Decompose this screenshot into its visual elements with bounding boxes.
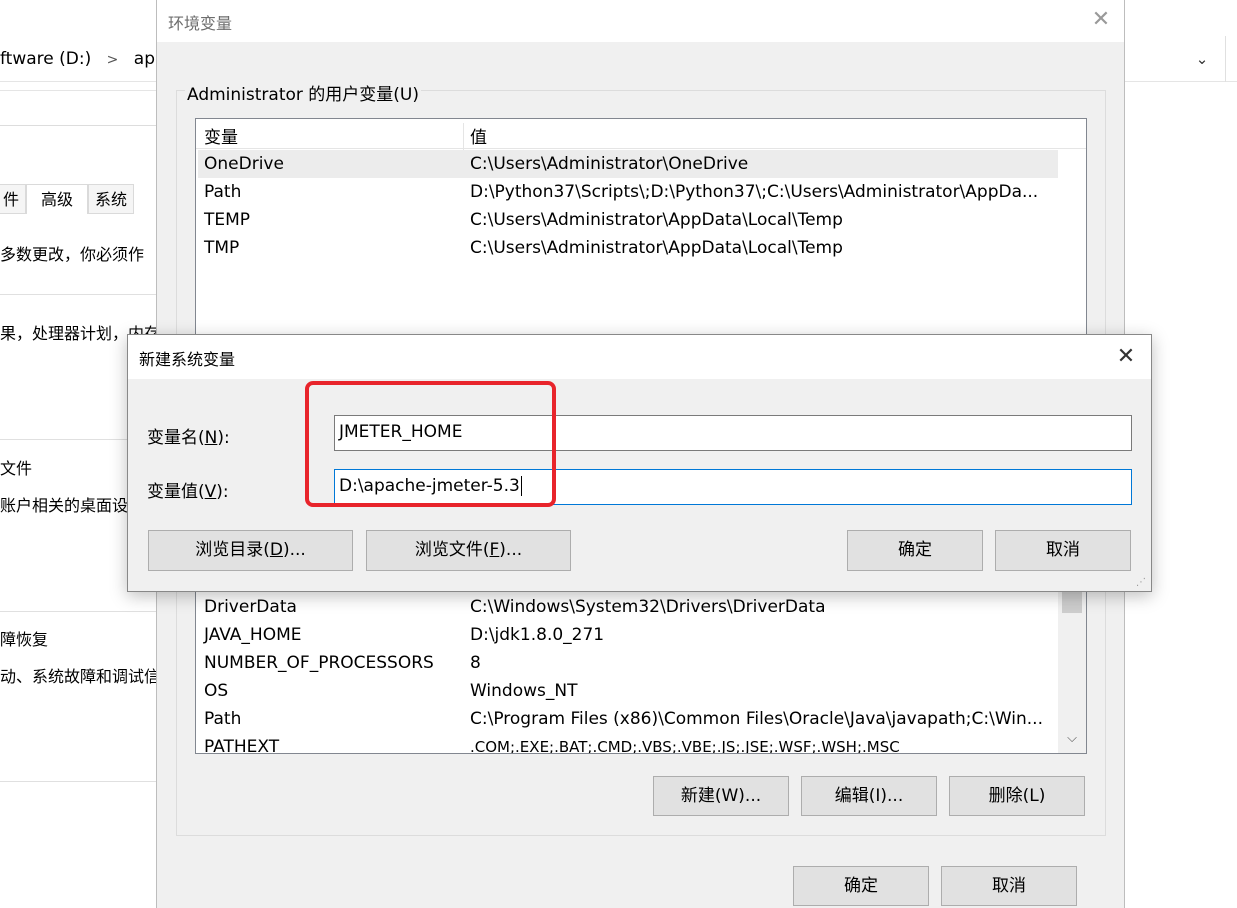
variable-value: Windows_NT [470, 681, 578, 701]
variable-name: Path [204, 709, 242, 729]
close-icon[interactable]: ✕ [1087, 6, 1115, 34]
annotation-highlight [305, 381, 556, 507]
browse-file-button[interactable]: 浏览文件(F)... [366, 530, 571, 571]
list-item[interactable]: Path C:\Program Files (x86)\Common Files… [198, 705, 1058, 733]
variable-value: C:\Windows\System32\Drivers\DriverData [470, 597, 826, 617]
variable-value: C:\Users\Administrator\AppData\Local\Tem… [470, 238, 843, 258]
column-header-value[interactable]: 值 [470, 123, 487, 148]
column-header-name[interactable]: 变量 [204, 123, 238, 148]
divider [0, 294, 160, 295]
list-item[interactable]: JAVA_HOME D:\jdk1.8.0_271 [198, 621, 1058, 649]
startup-recovery-heading: 障恢复 [0, 630, 49, 649]
variable-name: Path [204, 182, 242, 202]
variable-name: JAVA_HOME [204, 625, 302, 645]
scrollbar-thumb[interactable] [1062, 591, 1082, 613]
list-item[interactable]: PATHEXT .COM;.EXE;.BAT;.CMD;.VBS;.VBE;.J… [198, 733, 1058, 754]
breadcrumb-separator-icon: > [106, 52, 119, 68]
list-header: 变量 值 [196, 119, 1086, 153]
tab-advanced[interactable]: 高级 [26, 184, 89, 214]
scroll-down-icon[interactable]: ⌵ [1058, 727, 1086, 751]
variable-name: DriverData [204, 597, 297, 617]
title-bar: 环境变量 ✕ [157, 0, 1124, 42]
cancel-button[interactable]: 取消 [941, 866, 1077, 906]
dialog-title: 新建系统变量 [139, 350, 236, 369]
chevron-down-icon[interactable]: ⌄ [1188, 45, 1216, 73]
user-profiles-heading: 文件 [0, 459, 33, 478]
variable-name: OS [204, 681, 229, 701]
divider [0, 611, 160, 612]
list-item[interactable]: OneDrive C:\Users\Administrator\OneDrive [198, 150, 1058, 178]
notice-text: 多数更改，你必须作 [0, 245, 145, 264]
list-item[interactable]: OS Windows_NT [198, 677, 1058, 705]
user-profiles-text: 账户相关的桌面设 [0, 496, 129, 515]
cancel-button[interactable]: 取消 [995, 530, 1131, 571]
list-item[interactable]: TMP C:\Users\Administrator\AppData\Local… [198, 234, 1058, 262]
variable-name: OneDrive [204, 154, 284, 174]
delete-variable-button[interactable]: 删除(L) [949, 776, 1085, 816]
new-system-variable-dialog: 新建系统变量 ✕ 变量名(N): JMETER_HOME 变量值(V): D:\… [127, 334, 1152, 592]
variable-name: PATHEXT [204, 737, 280, 754]
user-variables-list[interactable]: 变量 值 OneDrive C:\Users\Administrator\One… [195, 118, 1087, 338]
tab-hardware[interactable]: 件 [0, 184, 27, 214]
variable-value-label: 变量值(V): [147, 482, 229, 502]
breadcrumb: ftware (D:) > apa [0, 45, 175, 73]
close-icon[interactable]: ✕ [1112, 343, 1140, 371]
divider [0, 781, 160, 782]
variable-name: NUMBER_OF_PROCESSORS [204, 653, 434, 673]
divider [1225, 36, 1226, 82]
resize-grip-icon[interactable]: ⋰ [1136, 577, 1148, 589]
variable-value: 8 [470, 653, 481, 673]
variable-value: C:\Program Files (x86)\Common Files\Orac… [470, 709, 1043, 729]
divider [0, 90, 160, 91]
startup-recovery-text: 动、系统故障和调试信 [0, 667, 161, 686]
user-variables-label: Administrator 的用户变量(U) [185, 80, 421, 105]
new-variable-button[interactable]: 新建(W)... [653, 776, 789, 816]
breadcrumb-drive[interactable]: ftware (D:) [0, 49, 91, 69]
variable-value: D:\Python37\Scripts\;D:\Python37\;C:\Use… [470, 182, 1039, 202]
dialog-title: 环境变量 [168, 14, 233, 33]
list-item[interactable]: DriverData C:\Windows\System32\Drivers\D… [198, 593, 1058, 621]
variable-value: D:\jdk1.8.0_271 [470, 625, 605, 645]
variable-name-label: 变量名(N): [147, 428, 230, 448]
list-item[interactable]: Path D:\Python37\Scripts\;D:\Python37\;C… [198, 178, 1058, 206]
variable-name: TEMP [204, 210, 251, 230]
list-item[interactable]: TEMP C:\Users\Administrator\AppData\Loca… [198, 206, 1058, 234]
variable-name: TMP [204, 238, 240, 258]
ok-button[interactable]: 确定 [793, 866, 929, 906]
column-separator[interactable] [463, 123, 464, 153]
ok-button[interactable]: 确定 [847, 530, 983, 571]
tab-system-protection[interactable]: 系统 [88, 184, 135, 214]
variable-value: C:\Users\Administrator\OneDrive [470, 154, 749, 174]
edit-variable-button[interactable]: 编辑(I)... [801, 776, 937, 816]
variable-value: .COM;.EXE;.BAT;.CMD;.VBS;.VBE;.JS;.JSE;.… [470, 738, 900, 754]
variable-value: C:\Users\Administrator\AppData\Local\Tem… [470, 210, 843, 230]
title-bar: 新建系统变量 ✕ [128, 335, 1151, 379]
list-item[interactable]: NUMBER_OF_PROCESSORS 8 [198, 649, 1058, 677]
browse-directory-button[interactable]: 浏览目录(D)... [148, 530, 353, 571]
